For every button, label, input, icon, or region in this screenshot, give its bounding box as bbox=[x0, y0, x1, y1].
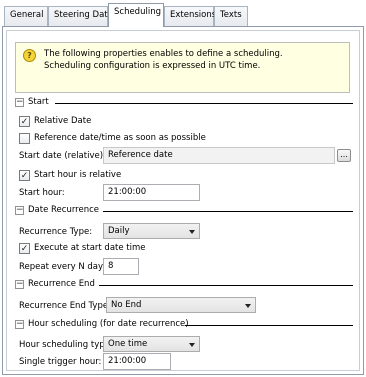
tab-label: General bbox=[10, 10, 44, 20]
checkbox-label: Execute at start date time bbox=[34, 243, 146, 253]
recurrence-type-select[interactable]: Daily bbox=[103, 223, 200, 239]
collapse-date-recurrence-button[interactable]: − bbox=[15, 206, 24, 215]
hour-scheduling-type-label: Hour scheduling type: bbox=[19, 340, 113, 350]
tab-label: Steering Date bbox=[54, 10, 113, 20]
tab-texts[interactable]: Texts bbox=[214, 6, 248, 26]
section-date-recurrence: − Date Recurrence bbox=[15, 205, 353, 217]
start-hour-relative-checkbox[interactable]: ✓ bbox=[19, 170, 30, 181]
relative-date-checkbox[interactable]: ✓ bbox=[19, 116, 30, 127]
section-recurrence-end: − Recurrence End bbox=[15, 279, 353, 291]
repeat-every-input[interactable]: 8 bbox=[103, 258, 139, 275]
start-hour-input[interactable]: 21:00:00 bbox=[103, 184, 200, 201]
single-trigger-hour-label: Single trigger hour: bbox=[19, 357, 102, 367]
tab-label: Texts bbox=[220, 10, 242, 20]
lightbulb-icon: ? bbox=[23, 49, 36, 62]
section-divider bbox=[185, 325, 353, 326]
select-value: No End bbox=[111, 300, 142, 310]
tab-label: Scheduling bbox=[114, 7, 161, 17]
reference-asap-checkbox[interactable] bbox=[19, 133, 30, 144]
scheduling-content: ? The following properties enables to de… bbox=[6, 30, 360, 371]
section-title: Recurrence End bbox=[28, 279, 95, 289]
select-value: One time bbox=[108, 339, 148, 349]
section-divider bbox=[103, 211, 353, 212]
tab-steering-date[interactable]: Steering Date bbox=[48, 6, 113, 26]
scheduling-panel: ? The following properties enables to de… bbox=[2, 26, 364, 375]
section-hour-scheduling: − Hour scheduling (for date recurrence) bbox=[15, 319, 353, 331]
browse-button[interactable]: ... bbox=[337, 149, 351, 162]
info-box: ? The following properties enables to de… bbox=[15, 42, 350, 93]
relative-date-checkbox-row[interactable]: ✓ Relative Date bbox=[19, 115, 139, 128]
execute-at-start-checkbox-row[interactable]: ✓ Execute at start date time bbox=[19, 242, 169, 255]
tab-label: Extensions bbox=[170, 10, 217, 20]
start-date-field[interactable]: Reference date bbox=[103, 147, 335, 164]
collapse-hour-scheduling-button[interactable]: − bbox=[15, 320, 24, 329]
tab-extensions[interactable]: Extensions bbox=[164, 6, 217, 26]
section-divider bbox=[99, 285, 353, 286]
tab-scheduling[interactable]: Scheduling bbox=[108, 3, 164, 27]
execute-at-start-checkbox[interactable]: ✓ bbox=[19, 243, 30, 254]
info-line-1: The following properties enables to defi… bbox=[44, 49, 283, 59]
info-line-2: Scheduling configuration is expressed in… bbox=[44, 61, 261, 71]
collapse-recurrence-end-button[interactable]: − bbox=[15, 280, 24, 289]
tab-bar: General Steering Date Scheduling Extensi… bbox=[0, 0, 366, 27]
repeat-every-label: Repeat every N days: bbox=[19, 262, 111, 272]
recurrence-end-type-select[interactable]: No End bbox=[106, 297, 256, 313]
checkbox-label: Start hour is relative bbox=[34, 170, 122, 180]
recurrence-end-type-label: Recurrence End Type: bbox=[19, 301, 111, 311]
chevron-down-icon bbox=[245, 304, 251, 308]
checkbox-label: Relative Date bbox=[34, 116, 92, 126]
checkbox-label: Reference date/time as soon as possible bbox=[34, 133, 206, 143]
chevron-down-icon bbox=[189, 343, 195, 347]
start-hour-label: Start hour: bbox=[19, 188, 65, 198]
collapse-start-button[interactable]: − bbox=[15, 98, 24, 107]
select-value: Daily bbox=[108, 226, 130, 236]
section-divider bbox=[55, 103, 353, 104]
section-title: Hour scheduling (for date recurrence) bbox=[28, 319, 189, 329]
chevron-down-icon bbox=[189, 230, 195, 234]
tab-general[interactable]: General bbox=[4, 6, 48, 26]
reference-asap-checkbox-row[interactable]: Reference date/time as soon as possible bbox=[19, 132, 269, 145]
recurrence-type-label: Recurrence Type: bbox=[19, 227, 93, 237]
start-hour-relative-checkbox-row[interactable]: ✓ Start hour is relative bbox=[19, 169, 169, 182]
hour-scheduling-type-select[interactable]: One time bbox=[103, 336, 200, 352]
single-trigger-hour-input[interactable]: 21:00:00 bbox=[103, 353, 171, 370]
info-text: The following properties enables to defi… bbox=[44, 48, 344, 72]
section-start: − Start bbox=[15, 97, 353, 109]
section-title: Start bbox=[28, 97, 49, 107]
section-title: Date Recurrence bbox=[28, 205, 100, 215]
start-date-label: Start date (relative): bbox=[19, 151, 106, 161]
